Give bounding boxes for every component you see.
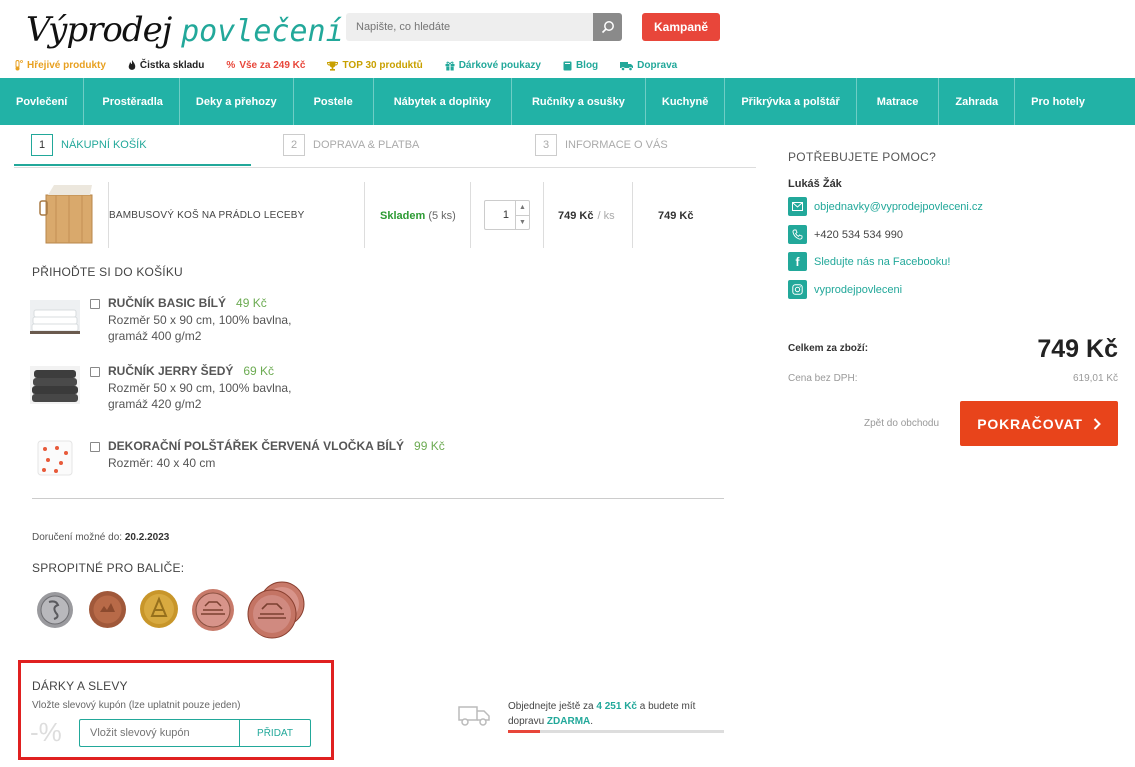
free-shipping-progress-fill (508, 730, 541, 733)
nav-kuchyne[interactable]: Kuchyně (646, 78, 726, 125)
toplink-shipping[interactable]: Doprava (620, 60, 677, 71)
stock-status: Skladem (5 ks) (380, 210, 456, 222)
divider (632, 182, 633, 248)
site-logo[interactable]: Výprodej povlečení (26, 10, 344, 50)
divider (32, 498, 724, 499)
toplink-hot-products[interactable]: Hřejivé produkty (14, 60, 106, 71)
quantity-up-icon[interactable]: ▲ (516, 201, 529, 216)
top-links: Hřejivé produkty Čistka skladu % Vše za … (14, 60, 699, 71)
addon-item: DEKORAČNÍ POLŠTÁŘEK ČERVENÁ VLOČKA BÍLÝ 9… (30, 439, 445, 479)
nav-nabytek[interactable]: Nábytek a doplňky (374, 78, 512, 125)
tip-coin-4[interactable] (191, 588, 235, 632)
tip-coin-1[interactable] (36, 591, 74, 629)
main-navigation: Povlečení Prostěradla Deky a přehozy Pos… (0, 78, 1135, 125)
search-input[interactable] (346, 13, 593, 41)
goods-total-value: 749 Kč (1037, 335, 1118, 363)
addon-checkbox[interactable] (90, 367, 100, 377)
nav-prosteradla[interactable]: Prostěradla (84, 78, 180, 125)
divider (543, 182, 544, 248)
toplink-stock-clearance[interactable]: Čistka skladu (128, 60, 204, 71)
flame-icon (128, 60, 136, 70)
instagram-icon (792, 284, 803, 295)
percent-icon: % (226, 60, 236, 71)
thermometer-icon (15, 60, 23, 71)
checkout-steps: 1 NÁKUPNÍ KOŠÍK 2 DOPRAVA & PLATBA 3 INF… (14, 126, 756, 168)
toplink-gift-vouchers[interactable]: Dárkové poukazy (445, 60, 541, 71)
contact-person: Lukáš Žák (788, 178, 842, 190)
tip-coin-2[interactable] (88, 590, 127, 629)
search-bar (346, 13, 622, 41)
addon-image-towel-white[interactable] (30, 296, 80, 336)
contact-facebook[interactable]: f Sledujte nás na Facebooku! (788, 252, 950, 271)
coupon-heading: DÁRKY A SLEVY (32, 679, 128, 693)
book-icon (563, 61, 572, 70)
coupon-subtitle: Vložte slevový kupón (lze uplatnit pouze… (32, 700, 241, 711)
free-shipping-message: Objednejte ještě za 4 251 Kč a budete mí… (508, 701, 696, 727)
price-excl-vat-value: 619,01 Kč (1072, 373, 1118, 384)
toplink-top30[interactable]: TOP 30 produktů (327, 60, 423, 71)
toplink-all-249[interactable]: % Vše za 249 Kč (226, 60, 305, 71)
product-image-bamboo-basket[interactable] (36, 183, 100, 245)
quantity-input[interactable]: 1 (485, 201, 515, 229)
toplink-blog[interactable]: Blog (563, 60, 598, 71)
coupon-add-button[interactable]: PŘIDAT (239, 719, 311, 747)
addon-checkbox[interactable] (90, 442, 100, 452)
delivery-date: Doručení možné do: 20.2.2023 (32, 532, 170, 543)
addon-image-towel-grey[interactable] (30, 364, 80, 404)
tip-heading: SPROPITNÉ PRO BALIČE: (32, 561, 185, 575)
addon-checkbox[interactable] (90, 299, 100, 309)
gift-icon (445, 61, 455, 70)
help-heading: POTŘEBUJETE POMOC? (788, 150, 937, 164)
search-icon (601, 21, 614, 34)
quantity-down-icon[interactable]: ▼ (516, 216, 529, 230)
mail-icon (792, 202, 803, 211)
nav-prikryvka[interactable]: Přikrývka a polštář (725, 78, 857, 125)
continue-button[interactable]: POKRAČOVAT (960, 401, 1118, 446)
campaign-button[interactable]: Kampaně (642, 13, 720, 41)
nav-matrace[interactable]: Matrace (857, 78, 940, 125)
tip-coin-5[interactable] (246, 580, 308, 640)
chevron-right-icon (1093, 417, 1101, 430)
free-shipping-progress (508, 730, 724, 733)
search-button[interactable] (593, 13, 622, 41)
addon-item: RUČNÍK JERRY ŠEDÝ 69 Kč Rozměr 50 x 90 cm… (30, 364, 291, 412)
quantity-stepper: 1 ▲ ▼ (484, 200, 530, 230)
addon-image-pillow[interactable] (30, 439, 80, 479)
addons-heading: PŘIHOĎTE SI DO KOŠÍKU (32, 265, 183, 279)
contact-email[interactable]: objednavky@vyprodejpovleceni.cz (788, 197, 983, 216)
phone-icon (792, 229, 803, 240)
trophy-icon (327, 61, 339, 71)
nav-povleceni[interactable]: Povlečení (0, 78, 85, 125)
nav-deky-prehozy[interactable]: Deky a přehozy (180, 78, 294, 125)
coupon-input[interactable] (79, 719, 239, 747)
addon-item: RUČNÍK BASIC BÍLÝ 49 Kč Rozměr 50 x 90 cm… (30, 296, 291, 344)
tip-coin-3[interactable] (139, 589, 179, 629)
contact-phone[interactable]: +420 534 534 990 (788, 225, 903, 244)
discount-percent-icon: -% (30, 717, 62, 747)
goods-total-label: Celkem za zboží: (788, 343, 869, 354)
price-excl-vat-label: Cena bez DPH: (788, 373, 858, 384)
nav-pro-hotely[interactable]: Pro hotely (1015, 78, 1101, 125)
divider (470, 182, 471, 248)
nav-rucniky[interactable]: Ručníky a osušky (512, 78, 646, 125)
contact-instagram[interactable]: vyprodejpovleceni (788, 280, 902, 299)
nav-postele[interactable]: Postele (294, 78, 374, 125)
truck-icon (620, 61, 634, 71)
cart-item-name[interactable]: BAMBUSOVÝ KOŠ NA PRÁDLO LECEBY (109, 210, 305, 221)
back-to-shop-link[interactable]: Zpět do obchodu (864, 418, 939, 429)
facebook-icon: f (795, 254, 800, 269)
nav-zahrada[interactable]: Zahrada (939, 78, 1016, 125)
step-shipping-payment[interactable]: 2 DOPRAVA & PLATBA (283, 134, 419, 156)
divider (364, 182, 365, 248)
unit-price: 749 Kč / ks (558, 210, 615, 222)
truck-icon (458, 706, 490, 726)
step-customer-info[interactable]: 3 INFORMACE O VÁS (535, 134, 668, 156)
step-cart[interactable]: 1 NÁKUPNÍ KOŠÍK (31, 134, 147, 156)
active-step-indicator (14, 164, 251, 166)
item-total-price: 749 Kč (658, 210, 694, 222)
